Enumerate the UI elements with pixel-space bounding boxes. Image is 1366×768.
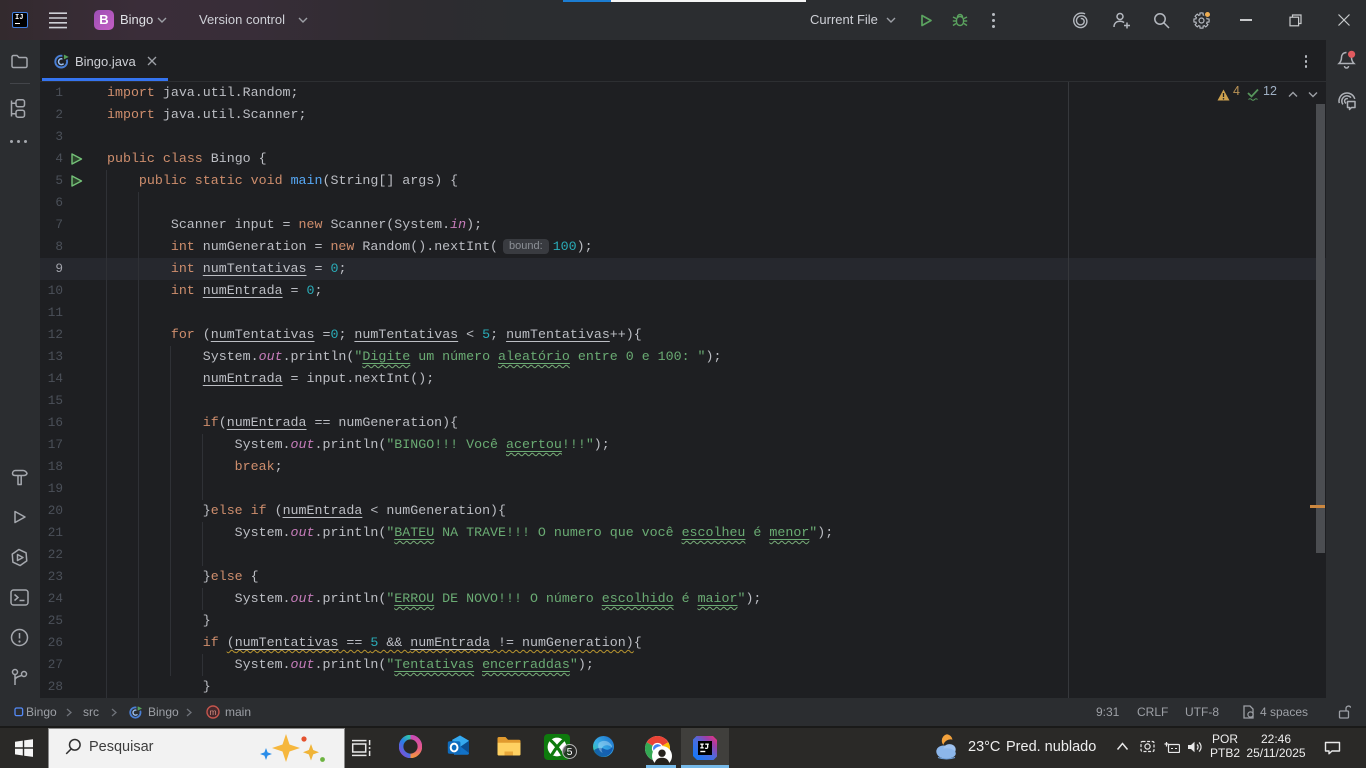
svg-text:m: m [209, 707, 216, 717]
